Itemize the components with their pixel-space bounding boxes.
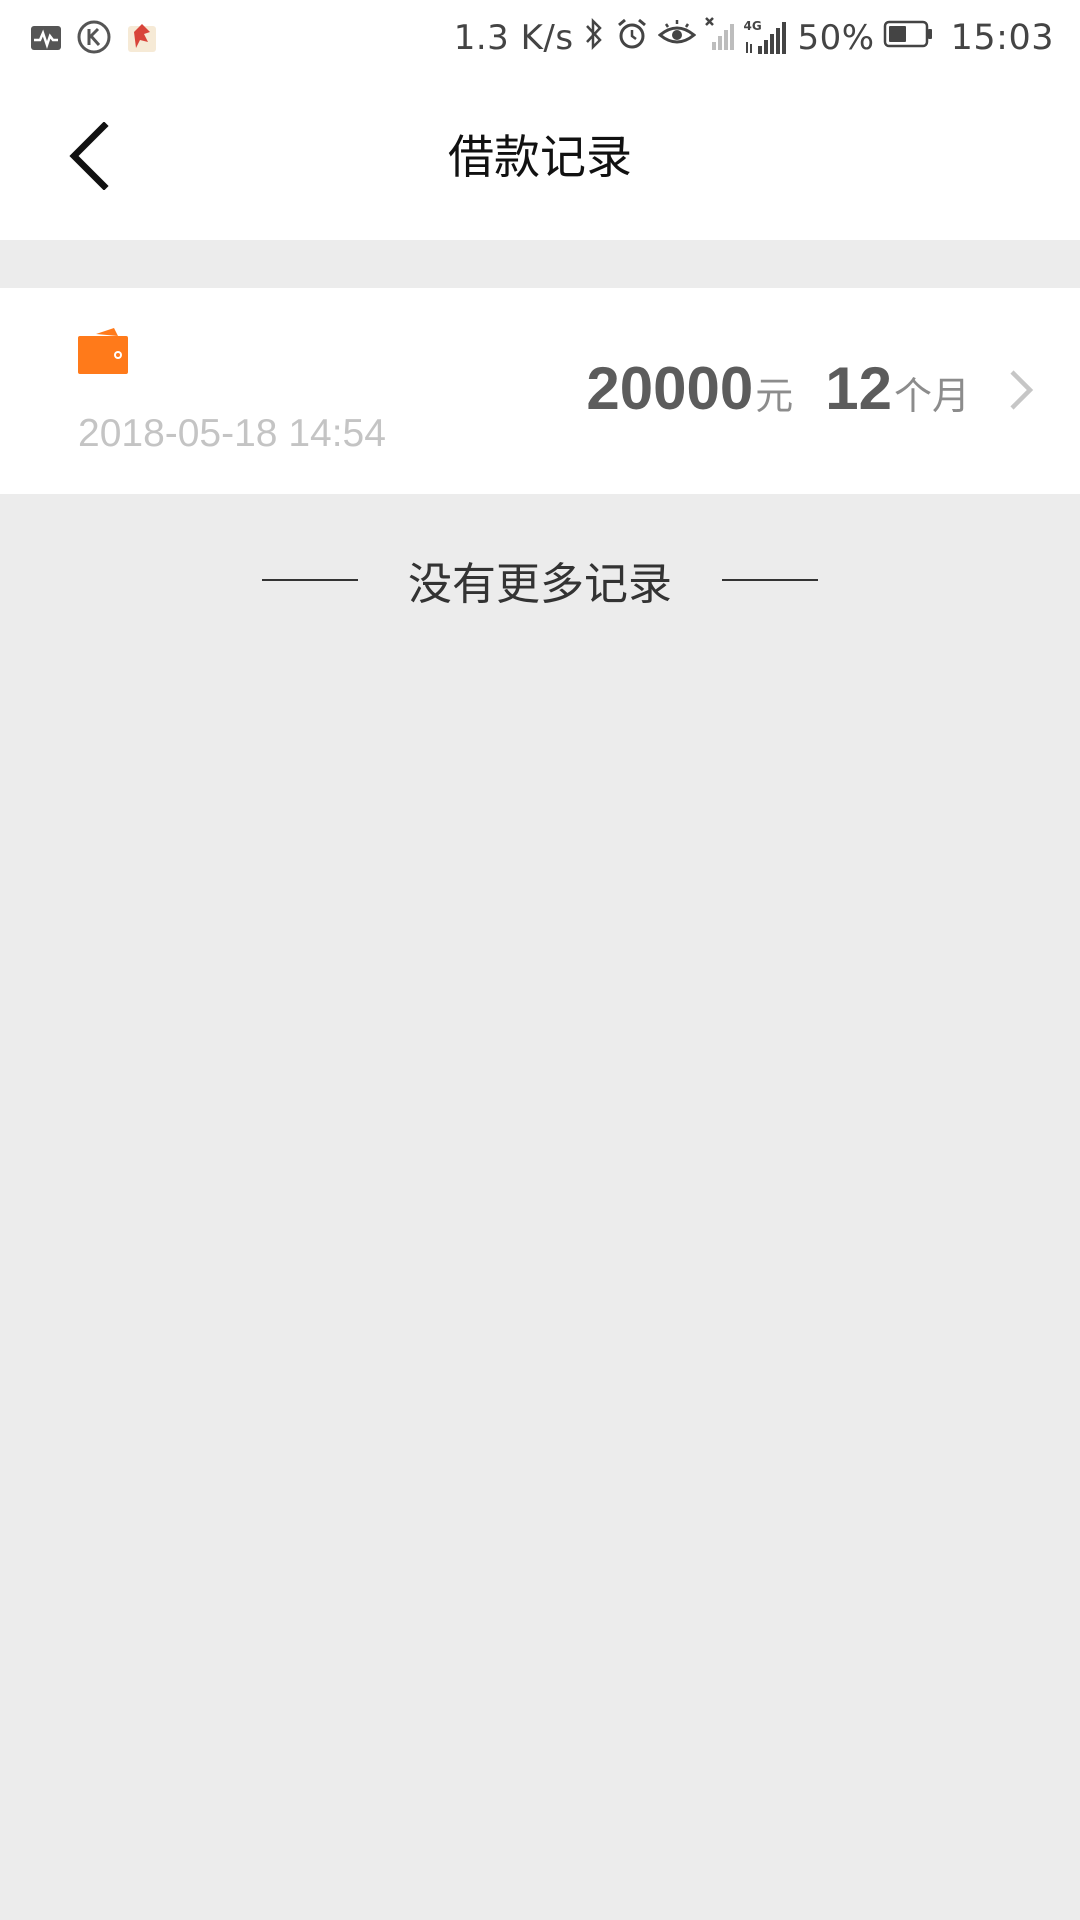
k-app-icon [76,19,112,64]
net-speed: 1.3 K/s [453,18,574,58]
loan-record-item[interactable]: 2018-05-18 14:54 20000 元 12 个月 [0,288,1080,494]
battery-icon [883,18,935,58]
divider-left [262,579,358,581]
signal-4g-icon: 4G [744,20,790,56]
record-date: 2018-05-18 14:54 [78,412,386,455]
bluetooth-icon [582,16,606,61]
back-button[interactable] [48,113,128,203]
battery-percent: 50% [797,18,875,58]
nav-bar: 借款记录 [0,75,1080,240]
no-more-records: 没有更多记录 [0,540,1080,620]
wallet-icon [78,326,128,376]
clock: 15:03 [950,18,1054,58]
record-summary: 20000 元 12 个月 [586,354,970,423]
status-right: 1.3 K/s 4G 50% 15:03 [454,14,1054,62]
screen: 1.3 K/s 4G 50% 15:03 借款记录 2018-05-18 14:… [0,0,1080,1920]
loan-amount-unit: 元 [755,374,794,418]
activity-icon [30,22,62,62]
signal-no-sim-icon [704,16,736,61]
loan-amount: 20000 [586,355,754,422]
page-title: 借款记录 [448,130,632,184]
app-notification-icon [126,20,158,63]
status-left-icons [30,19,158,64]
eye-icon [657,18,696,59]
loan-term: 12 [825,355,892,422]
status-bar: 1.3 K/s 4G 50% 15:03 [0,0,1080,75]
chevron-left-icon [66,121,110,194]
no-more-text: 没有更多记录 [408,559,672,610]
divider-right [722,579,818,581]
alarm-icon [614,16,650,61]
loan-term-unit: 个月 [893,374,970,418]
chevron-right-icon [1006,368,1036,412]
